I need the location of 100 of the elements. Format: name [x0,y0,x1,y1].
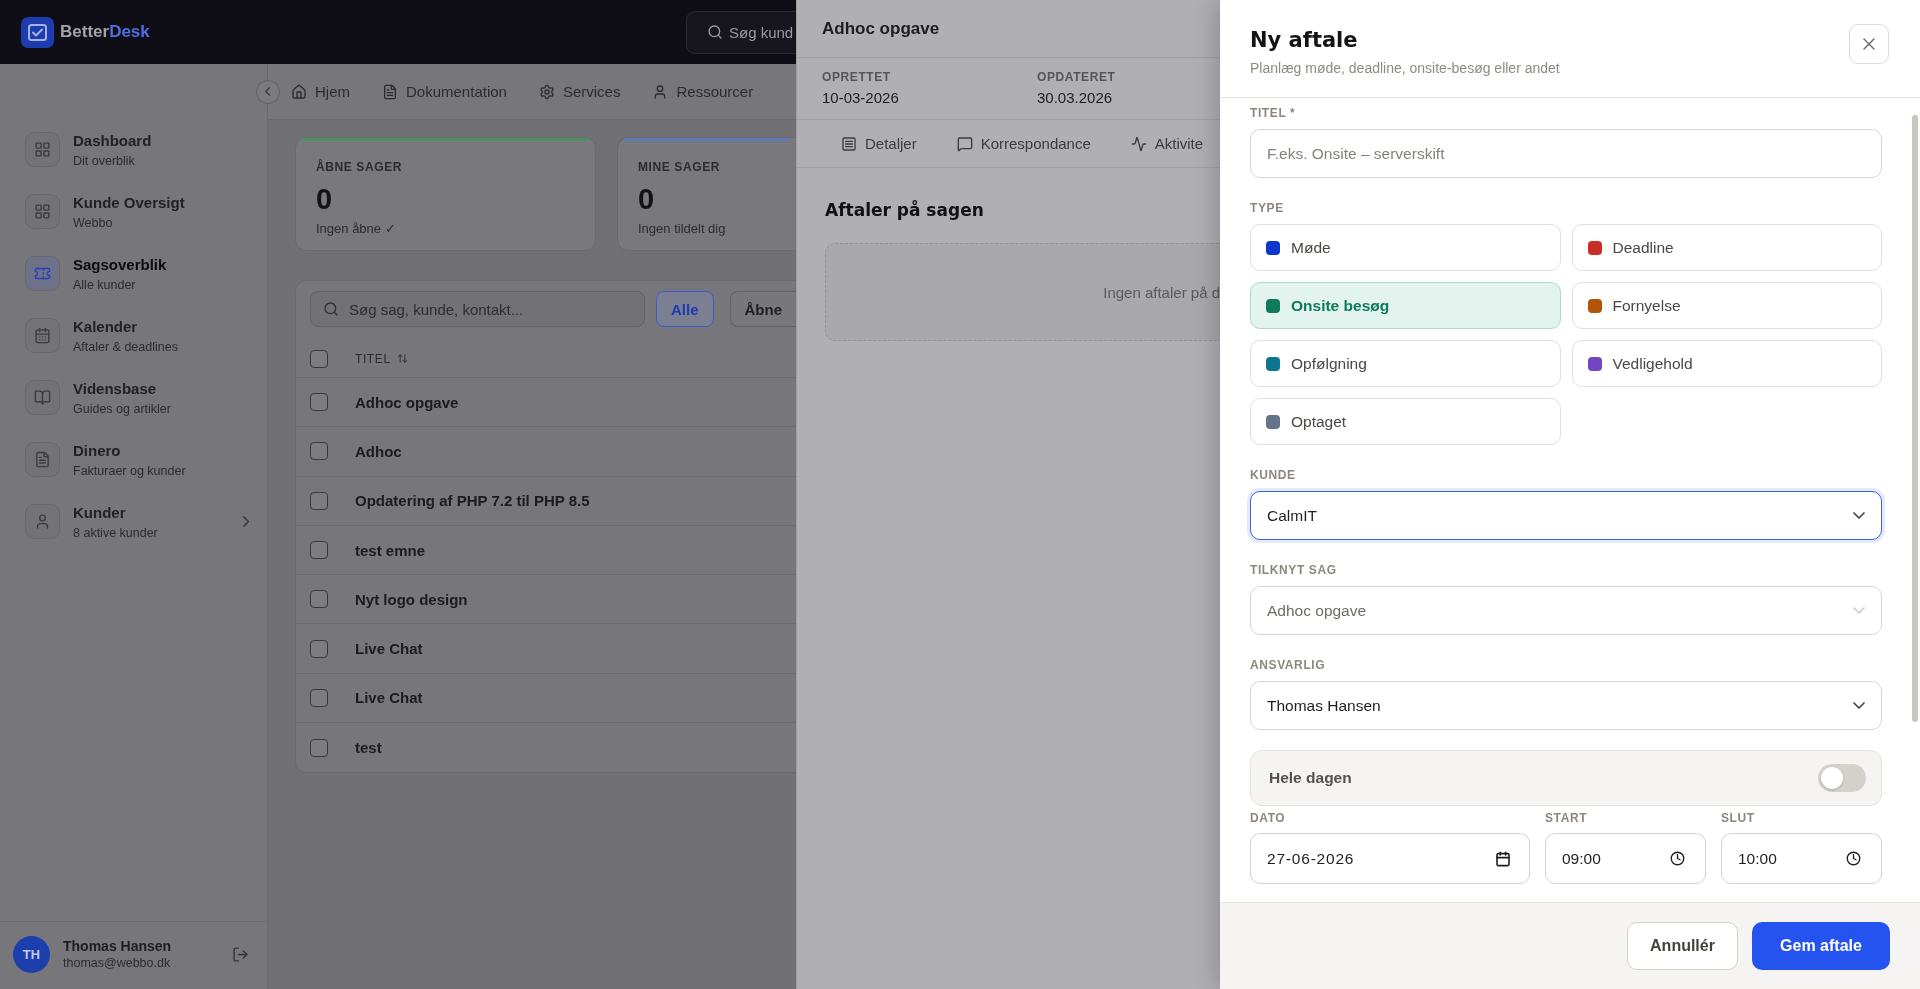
meta-label: OPRETTET [822,70,892,84]
logo-text: BetterDesk [60,22,150,42]
sidebar-item[interactable]: Kalender Aftaler & deadlines [25,318,249,353]
calendar-icon [25,318,60,353]
sidebar-item[interactable]: Vidensbase Guides og artikler [25,380,249,415]
field-label: KUNDE [1250,467,1297,483]
user-name: Thomas Hansen [63,938,173,955]
clock-icon[interactable] [1670,851,1685,866]
type-option[interactable]: Opfølgning [1250,340,1561,387]
type-option[interactable]: Møde [1250,224,1561,271]
stat-value: 0 [638,182,656,216]
sidebar-item-title: Kunde Oversigt [73,192,186,212]
panel-tab[interactable]: Detaljer [841,120,917,167]
start-time-field[interactable]: 09:00 [1545,833,1706,884]
empty-state-text: Ingen aftaler på d [1103,283,1220,301]
sort-icon[interactable] [396,353,408,364]
chevron-left-icon [265,87,271,96]
customer-select[interactable]: CalmIT [1250,491,1882,540]
sidebar-item[interactable]: Sagsoverblik Alle kunder [25,256,249,291]
sidebar-item[interactable]: Kunder 8 aktive kunder [25,504,249,539]
logout-icon[interactable] [232,946,249,963]
field-label: DATO [1250,810,1287,826]
title-input[interactable]: F.eks. Onsite – serverskift [1250,129,1882,178]
sidebar-item-subtitle: Webbo [73,214,114,231]
row-checkbox[interactable] [310,541,328,560]
search-field[interactable]: Søg kund [686,10,796,54]
type-option[interactable]: Vedligehold [1571,340,1882,387]
sidebar-item-title: Kalender [73,316,139,336]
sidebar-item-title: Dinero [73,440,122,460]
all-day-switch[interactable] [1818,764,1866,792]
row-checkbox[interactable] [310,393,328,412]
stat-label: MINE SAGER [638,159,721,175]
calendar-icon[interactable] [1495,850,1511,867]
nav-link[interactable]: Ressourcer [652,83,754,100]
case-title: Adhoc opgave [355,393,459,411]
row-checkbox[interactable] [310,738,328,757]
meta-label: OPDATERET [1037,70,1117,84]
sidebar-item-subtitle: Fakturaer og kunder [73,462,187,479]
gear-icon [538,83,555,100]
sidebar-item-subtitle: Guides og artikler [73,400,172,417]
nav-link[interactable]: Dokumentation [382,83,507,100]
case-title: Opdatering af PHP 7.2 til PHP 8.5 [355,492,590,510]
logo-icon [21,16,54,48]
filter-button[interactable]: Åbne [729,291,796,327]
sidebar-item-title: Kunder [73,502,127,522]
type-option[interactable]: Onsite besøg [1250,282,1561,329]
sidebar-item[interactable]: Dashboard Dit overblik [25,132,249,167]
file-icon [25,442,60,477]
clock-icon[interactable] [1846,851,1861,866]
sidebar-item[interactable]: Kunde Oversigt Webbo [25,194,249,229]
sidebar-item-subtitle: Alle kunder [73,276,137,293]
activity-icon [1130,135,1147,152]
case-title: Live Chat [355,689,423,707]
stat-note: Ingen åbne ✓ [316,221,397,237]
scrollbar-thumb[interactable] [1912,115,1918,722]
case-title: Live Chat [355,640,423,658]
nav-link[interactable]: Services [538,83,621,100]
sidebar-item[interactable]: Dinero Fakturaer og kunder [25,442,249,477]
end-time-field[interactable]: 10:00 [1721,833,1882,884]
cancel-button[interactable]: Annullér [1627,922,1738,970]
row-checkbox[interactable] [310,442,328,461]
chevron-down-icon [1853,512,1865,519]
type-option[interactable]: Deadline [1571,224,1882,271]
case-title: Adhoc [355,442,402,460]
search-icon [323,301,339,317]
save-button[interactable]: Gem aftale [1752,922,1890,970]
ticket-icon [25,256,60,291]
dialog-subtitle: Planlæg møde, deadline, onsite-besøg eller andet [1250,59,1560,77]
dialog-title: Ny aftale [1250,27,1359,54]
nav-link[interactable]: Hjem [291,83,350,100]
close-button[interactable] [1849,24,1889,64]
field-label: TYPE [1250,200,1285,216]
meta-value: 10-03-2026 [822,89,900,107]
case-search-field[interactable]: Søg sag, kunde, kontakt... [310,291,645,327]
panel-tab[interactable]: Aktivite [1130,120,1204,167]
type-option[interactable]: Optaget [1250,398,1561,445]
stat-note: Ingen tildelt dig [638,221,727,237]
field-label: TITEL * [1250,105,1297,121]
home-icon [291,83,307,100]
case-title-heading: Adhoc opgave [822,18,940,39]
sidebar-item-subtitle: 8 aktive kunder [73,524,159,541]
row-checkbox[interactable] [310,639,328,658]
responsible-select[interactable]: Thomas Hansen [1250,681,1882,730]
column-header[interactable]: TITEL [355,351,391,366]
row-checkbox[interactable] [310,590,328,609]
case-title: Nyt logo design [355,590,468,608]
row-checkbox[interactable] [310,491,328,510]
stat-label: ÅBNE SAGER [316,159,403,175]
user-avatar: TH [13,936,50,973]
chat-icon [956,135,973,152]
date-field[interactable]: 27-06-2026 [1250,833,1530,884]
case-title: test emne [355,541,426,559]
chevron-down-icon [1853,607,1865,614]
user-icon [25,504,60,539]
select-all-checkbox[interactable] [310,349,328,368]
panel-tab[interactable]: Korrespondance [956,120,1091,167]
row-checkbox[interactable] [310,688,328,707]
case-title: test [355,739,382,757]
type-option[interactable]: Fornyelse [1571,282,1882,329]
sidebar-item-title: Sagsoverblik [73,254,168,274]
